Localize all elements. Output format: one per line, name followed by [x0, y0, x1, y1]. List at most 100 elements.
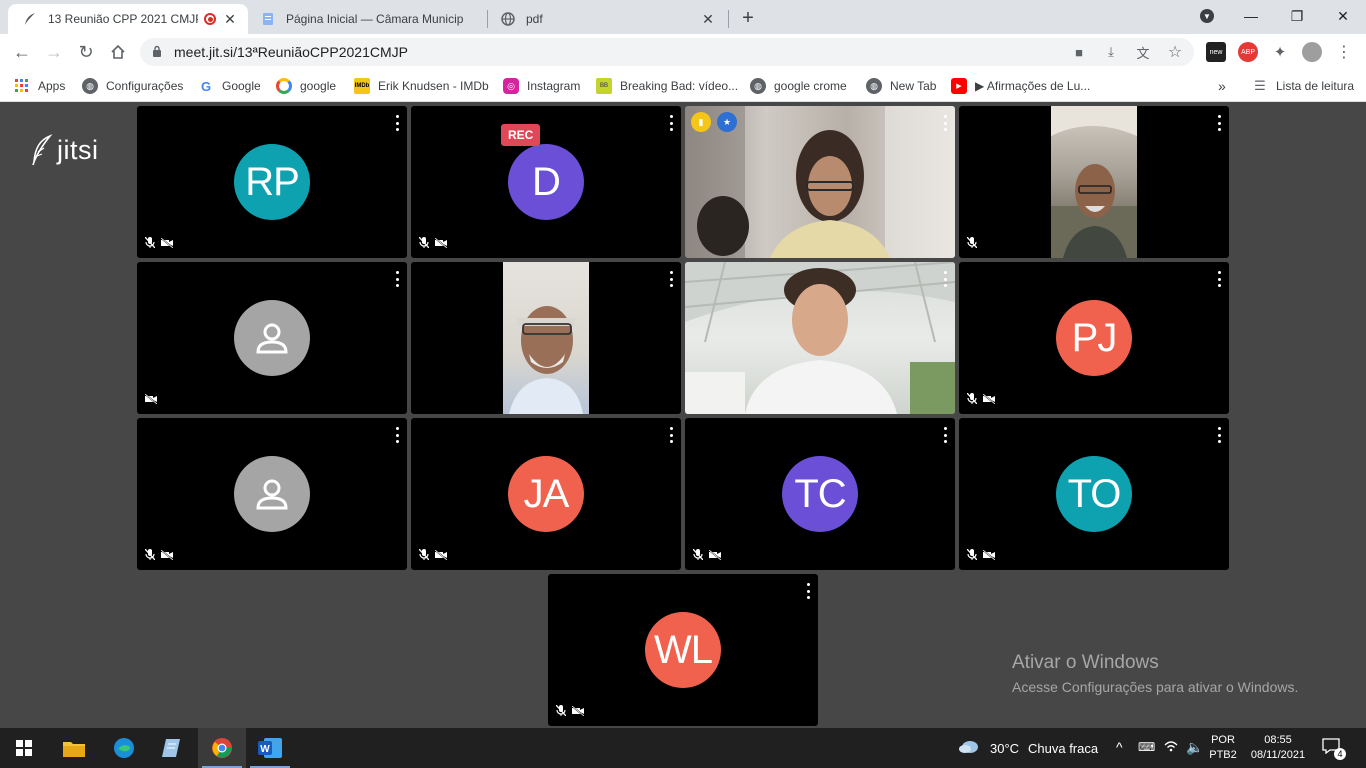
close-tab-icon[interactable]: ✕	[222, 11, 238, 27]
start-button[interactable]	[0, 728, 48, 768]
back-icon[interactable]: ←	[8, 38, 36, 66]
clock[interactable]: 08:55 08/11/2021	[1244, 733, 1312, 763]
participant-tile[interactable]	[959, 106, 1229, 258]
participant-tile[interactable]	[137, 262, 407, 414]
status-indicators	[144, 547, 174, 565]
participant-tile[interactable]: PJ	[959, 262, 1229, 414]
edge-icon[interactable]	[100, 728, 148, 768]
forward-icon[interactable]: →	[40, 38, 68, 66]
tab-jitsi-meeting[interactable]: 13 Reunião CPP 2021 CMJP ✕	[8, 4, 248, 34]
word-icon[interactable]: W	[246, 728, 294, 768]
more-options-icon[interactable]	[804, 583, 812, 599]
extensions-puzzle-icon[interactable]: ✦	[1270, 42, 1290, 62]
more-options-icon[interactable]	[393, 271, 401, 287]
input-indicator-icon[interactable]: ⌨	[1138, 740, 1155, 754]
recording-icon	[204, 13, 216, 25]
more-bookmarks-icon[interactable]: »	[1218, 76, 1226, 96]
tab-pagina-inicial[interactable]: Página Inicial — Câmara Municip	[246, 4, 486, 34]
more-options-icon[interactable]	[1215, 115, 1223, 131]
participant-tile[interactable]: JA	[411, 418, 681, 570]
more-options-icon[interactable]	[393, 115, 401, 131]
more-options-icon[interactable]	[667, 115, 675, 131]
bookmark-google[interactable]: G Google	[198, 76, 261, 96]
more-options-icon[interactable]	[1215, 427, 1223, 443]
weather-condition[interactable]: Chuva fraca	[1028, 741, 1098, 756]
bookmark-star-icon[interactable]: ☆	[1166, 44, 1184, 61]
volume-icon[interactable]: 🔈	[1186, 739, 1203, 756]
reading-list[interactable]: ☰ Lista de leitura	[1252, 76, 1354, 96]
weather-icon[interactable]	[958, 739, 980, 760]
tab-strip: 13 Reunião CPP 2021 CMJP ✕ Página Inicia…	[0, 0, 1366, 34]
bookmark-new-tab[interactable]: ◍ New Tab	[866, 76, 936, 96]
bookmark-breaking-bad[interactable]: BB Breaking Bad: vídeo...	[596, 76, 738, 96]
participant-tile[interactable]	[685, 262, 955, 414]
bookmark-google-2[interactable]: google	[276, 76, 336, 96]
address-bar[interactable]: meet.jit.si/13ªReuniãoCPP2021CMJP ■ ⤓ 文 …	[140, 38, 1194, 66]
notepad-icon[interactable]	[148, 728, 196, 768]
participant-tile[interactable]: TC	[685, 418, 955, 570]
bookmark-configuracoes[interactable]: ◍ Configurações	[82, 76, 183, 96]
participant-tile[interactable]: TO	[959, 418, 1229, 570]
notification-center-icon[interactable]: 4	[1322, 738, 1346, 760]
jitsi-logo[interactable]: jitsi	[30, 134, 99, 166]
google-ring-icon	[276, 78, 292, 94]
install-app-icon[interactable]: ⤓	[1102, 44, 1120, 60]
minimize-icon[interactable]: —	[1228, 0, 1274, 32]
weather-temperature[interactable]: 30°C	[990, 741, 1019, 756]
new-tab-button[interactable]: +	[736, 6, 760, 30]
camera-off-icon	[434, 235, 448, 253]
new-extension-icon[interactable]: new	[1206, 42, 1226, 62]
tab-search-icon[interactable]: ▼	[1184, 0, 1230, 32]
participant-tile-dominant-speaker[interactable]: ▮ ★	[685, 106, 955, 258]
tab-title: Página Inicial — Câmara Municip	[286, 12, 464, 26]
participant-tile[interactable]: RP	[137, 106, 407, 258]
more-options-icon[interactable]	[941, 427, 949, 443]
close-window-icon[interactable]: ✕	[1320, 0, 1366, 32]
participant-tile[interactable]: WL	[548, 574, 818, 726]
mic-muted-icon	[418, 235, 430, 253]
status-indicators	[966, 235, 978, 253]
show-hidden-icons-icon[interactable]: ^	[1116, 739, 1123, 755]
participant-tile[interactable]	[411, 262, 681, 414]
bookmark-instagram[interactable]: ◎ Instagram	[503, 76, 580, 96]
adblock-icon[interactable]: ABP	[1238, 42, 1258, 62]
chrome-menu-icon[interactable]: ⋮	[1334, 42, 1354, 62]
chrome-taskbar-icon[interactable]	[198, 728, 246, 768]
reload-icon[interactable]: ↻	[72, 38, 100, 66]
apps-grid-icon	[14, 78, 30, 94]
url-text: meet.jit.si/13ªReuniãoCPP2021CMJP	[174, 44, 408, 60]
google-icon: G	[200, 78, 212, 94]
camera-off-icon	[160, 235, 174, 253]
mic-muted-icon	[144, 547, 156, 565]
tab-pdf[interactable]: pdf ✕	[486, 4, 726, 34]
avatar: WL	[645, 612, 721, 688]
bookmark-youtube[interactable]: ▶ ▶ Afirmações de Lu...	[951, 76, 1090, 96]
status-indicators	[144, 235, 174, 253]
file-explorer-icon[interactable]	[50, 728, 98, 768]
default-avatar-icon	[234, 300, 310, 376]
restore-icon[interactable]: ❐	[1274, 0, 1320, 32]
home-icon[interactable]	[104, 38, 132, 66]
more-options-icon[interactable]	[667, 271, 675, 287]
profile-avatar[interactable]	[1302, 42, 1322, 62]
bookmark-apps[interactable]: Apps	[14, 76, 65, 96]
camera-icon[interactable]: ■	[1070, 44, 1088, 60]
close-tab-icon[interactable]: ✕	[700, 11, 716, 27]
participant-tile[interactable]	[137, 418, 407, 570]
lock-icon[interactable]	[152, 45, 162, 63]
more-options-icon[interactable]	[941, 271, 949, 287]
more-options-icon[interactable]	[1215, 271, 1223, 287]
bookmark-imdb[interactable]: IMDb Erik Knudsen - IMDb	[354, 76, 489, 96]
more-options-icon[interactable]	[667, 427, 675, 443]
mic-muted-icon	[966, 547, 978, 565]
camera-off-icon	[982, 391, 996, 409]
wifi-icon[interactable]	[1164, 740, 1178, 755]
more-options-icon[interactable]	[393, 427, 401, 443]
language-indicator[interactable]: POR PTB2	[1206, 733, 1240, 763]
participant-tile[interactable]: D REC	[411, 106, 681, 258]
watermark-subtitle: Acesse Configurações para ativar o Windo…	[1012, 679, 1299, 695]
more-options-icon[interactable]	[941, 115, 949, 131]
browser-toolbar: ← → ↻ meet.jit.si/13ªReuniãoCPP2021CMJP …	[0, 34, 1366, 70]
translate-icon[interactable]: 文	[1134, 44, 1152, 61]
bookmark-google-crome[interactable]: ◍ google crome	[750, 76, 847, 96]
